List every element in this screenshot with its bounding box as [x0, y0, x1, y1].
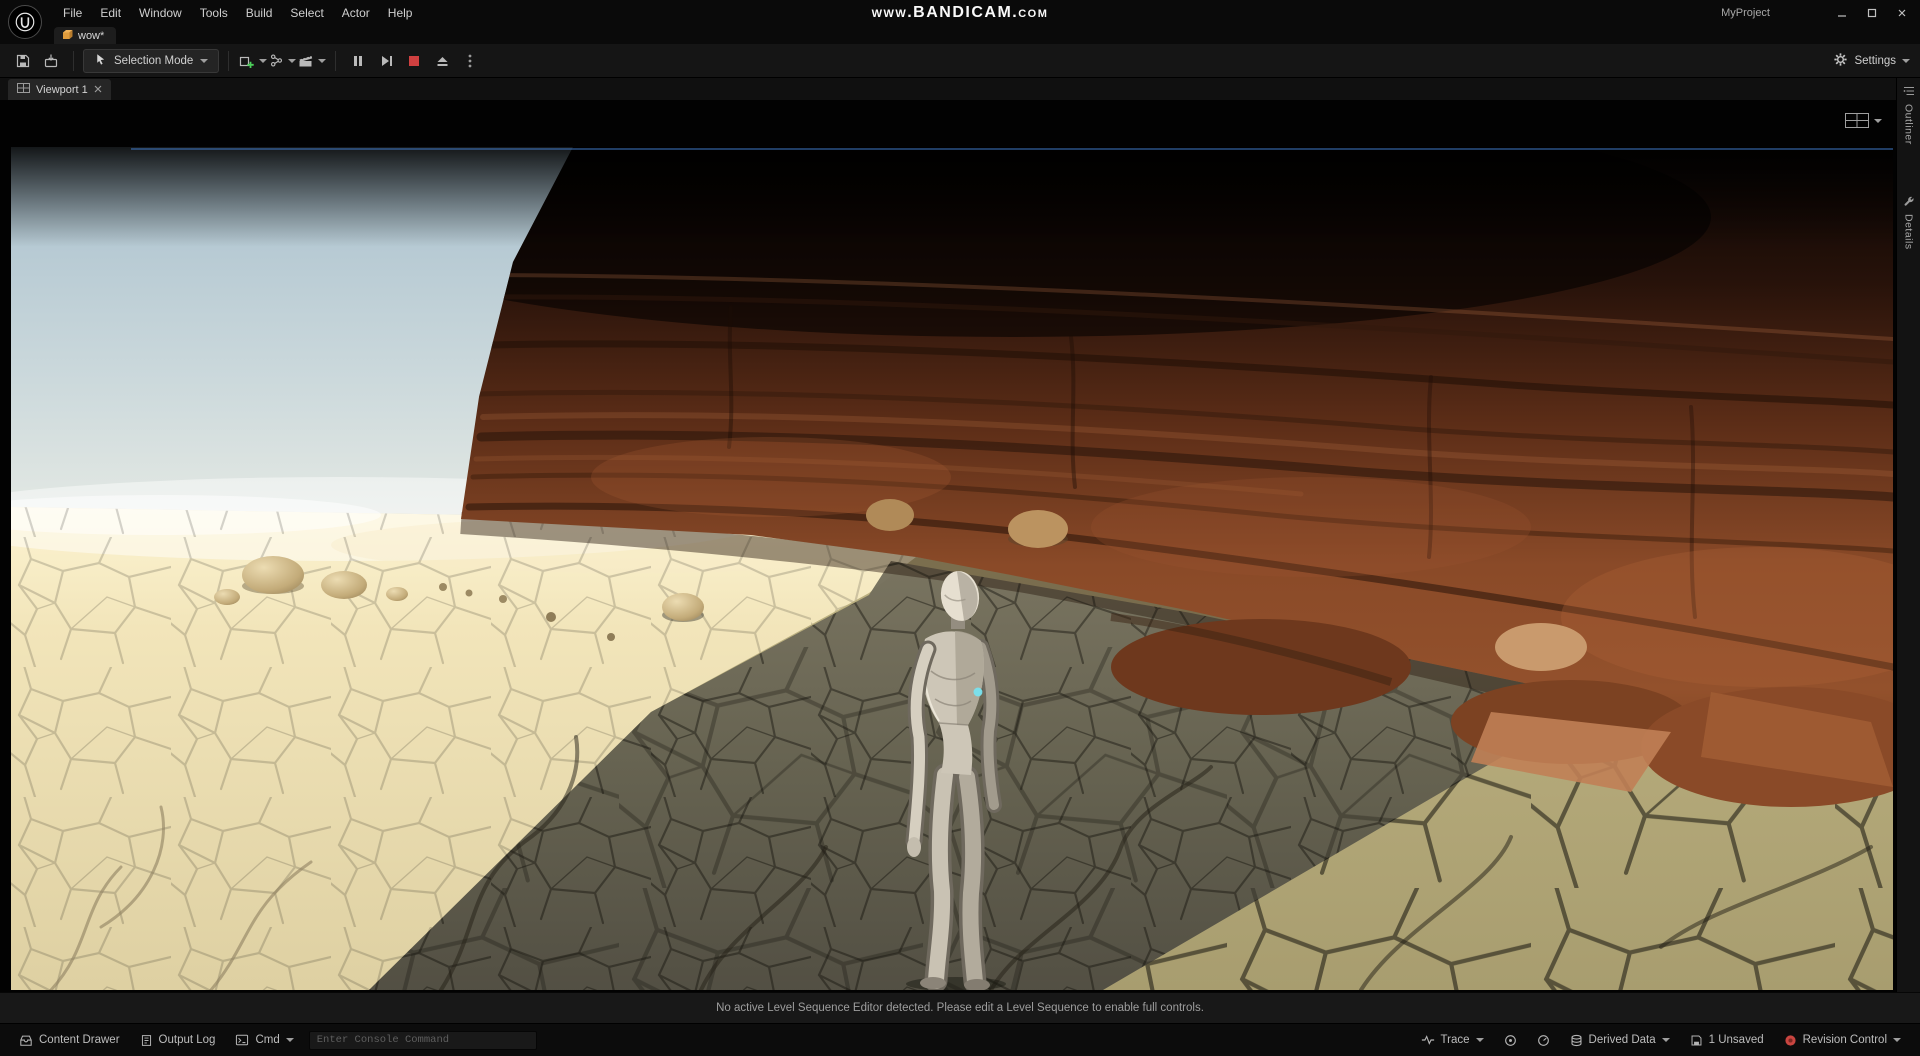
revision-control-button[interactable]: Revision Control [1775, 1034, 1910, 1047]
settings-dropdown[interactable]: Settings [1833, 52, 1910, 70]
asset-tab-label: wow* [78, 29, 105, 42]
toolbar-separator [335, 50, 337, 71]
level-icon [62, 29, 73, 43]
cmd-button[interactable]: Cmd [226, 1024, 302, 1056]
viewport-tab-row: Viewport 1 [0, 78, 1896, 100]
layout-grid-icon [1845, 113, 1869, 128]
chevron-down-icon [318, 58, 327, 63]
stop-button[interactable] [401, 48, 427, 74]
viewport-tab[interactable]: Viewport 1 [8, 79, 111, 100]
terminal-icon [235, 1034, 249, 1046]
selection-mode-dropdown[interactable]: Selection Mode [83, 48, 220, 73]
menu-file[interactable]: File [54, 3, 91, 23]
viewport-canvas[interactable] [11, 147, 1893, 990]
chevron-down-icon [1661, 1038, 1670, 1042]
output-log-label: Output Log [158, 1034, 216, 1046]
tab-details[interactable]: Details [1903, 214, 1915, 250]
blueprints-button[interactable] [269, 48, 297, 74]
sequencer-message-bar: No active Level Sequence Editor detected… [0, 992, 1920, 1023]
pause-button[interactable] [345, 48, 371, 74]
content-drawer-button[interactable]: Content Drawer [10, 1024, 129, 1056]
chevron-down-icon [285, 1038, 294, 1042]
right-dock-strip: Outliner Details [1896, 78, 1920, 992]
toolbar-separator [228, 50, 230, 71]
details-panel-icon[interactable] [1903, 195, 1915, 207]
viewport-panel [0, 100, 1896, 992]
trace-icon [1421, 1034, 1435, 1046]
viewport-tab-label: Viewport 1 [36, 83, 88, 96]
unsaved-floppy-icon [1690, 1034, 1703, 1047]
chevron-down-icon [1475, 1038, 1484, 1042]
window-controls: MyProject [1721, 0, 1914, 26]
cmd-label: Cmd [255, 1034, 280, 1046]
trace-button[interactable]: Trace [1412, 1034, 1493, 1046]
status-bar: Content Drawer Output Log Cmd Trace Deri… [0, 1023, 1920, 1056]
derived-data-button[interactable]: Derived Data [1561, 1034, 1679, 1047]
sequencer-message: No active Level Sequence Editor detected… [716, 1002, 1204, 1014]
menu-help[interactable]: Help [379, 3, 422, 23]
settings-label: Settings [1854, 54, 1896, 67]
viewport-grid-icon [17, 83, 30, 96]
asset-tab-wow[interactable]: wow* [54, 27, 117, 44]
eject-button[interactable] [429, 48, 455, 74]
console-command-input[interactable] [308, 1030, 537, 1050]
chevron-down-icon [200, 58, 209, 63]
output-log-icon [140, 1034, 153, 1047]
content-drawer-label: Content Drawer [39, 1034, 120, 1046]
menu-tools[interactable]: Tools [191, 3, 237, 23]
bandicam-watermark: www.BANDICAM.com [871, 4, 1049, 21]
project-name: MyProject [1721, 7, 1770, 19]
add-actor-button[interactable] [238, 48, 268, 74]
toolbar-separator [73, 50, 74, 71]
revision-control-label: Revision Control [1802, 1034, 1887, 1046]
status-bar-right: Trace Derived Data 1 Unsaved Revision Co… [1412, 1034, 1910, 1047]
playback-options-kebab[interactable] [457, 48, 483, 74]
minimize-button[interactable] [1830, 3, 1854, 23]
gear-icon [1833, 52, 1848, 70]
unreal-editor-window: File Edit Window Tools Build Select Acto… [0, 0, 1920, 1056]
output-log-button[interactable]: Output Log [131, 1024, 225, 1056]
menu-select[interactable]: Select [281, 3, 332, 23]
content-drawer-icon [19, 1034, 33, 1047]
unsaved-label: 1 Unsaved [1708, 1034, 1764, 1046]
target-icon[interactable] [1495, 1034, 1526, 1047]
menu-build[interactable]: Build [237, 3, 282, 23]
chevron-down-icon [1902, 58, 1910, 63]
chevron-down-icon [288, 58, 297, 63]
main-toolbar: Selection Mode Settings [0, 44, 1920, 78]
outliner-panel-icon[interactable] [1903, 85, 1915, 97]
close-button[interactable] [1890, 3, 1914, 23]
frame-advance-button[interactable] [373, 48, 399, 74]
gauge-icon[interactable] [1528, 1034, 1559, 1047]
cinematics-button[interactable] [298, 48, 327, 74]
tab-outliner[interactable]: Outliner [1903, 104, 1915, 145]
unreal-logo [8, 5, 42, 39]
chevron-down-icon [259, 58, 268, 63]
cursor-icon [94, 53, 107, 69]
chevron-down-icon [1893, 1038, 1901, 1042]
menu-edit[interactable]: Edit [91, 3, 130, 23]
maximize-button[interactable] [1860, 3, 1884, 23]
selection-mode-label: Selection Mode [114, 54, 194, 67]
viewport-layout-button[interactable] [1845, 113, 1882, 128]
asset-tab-row: wow* [0, 26, 1920, 44]
menu-actor[interactable]: Actor [333, 3, 379, 23]
chevron-down-icon [1874, 118, 1882, 123]
import-button[interactable] [38, 48, 64, 74]
derived-data-label: Derived Data [1588, 1034, 1656, 1046]
database-icon [1570, 1034, 1583, 1047]
unsaved-button[interactable]: 1 Unsaved [1681, 1034, 1773, 1047]
vignette-overlay [11, 147, 1893, 247]
save-button[interactable] [10, 48, 36, 74]
close-icon[interactable] [94, 84, 102, 96]
trace-label: Trace [1440, 1034, 1470, 1046]
menu-window[interactable]: Window [130, 3, 191, 23]
revision-control-icon [1784, 1034, 1797, 1047]
